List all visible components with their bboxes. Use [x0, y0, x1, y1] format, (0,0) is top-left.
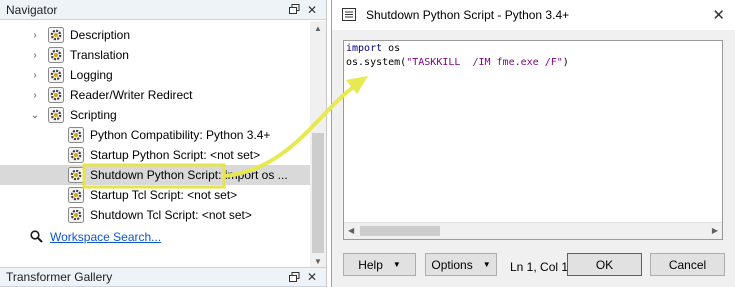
tree-item-scripting[interactable]: ⌄ Scripting — [0, 105, 310, 125]
gear-icon — [48, 107, 64, 123]
close-icon[interactable]: ✕ — [712, 6, 725, 24]
transformer-gallery-title: Transformer Gallery — [6, 270, 113, 284]
workspace-search-row[interactable]: Workspace Search... — [0, 227, 310, 247]
gear-icon — [68, 187, 84, 203]
tree-item-value: import os ... — [225, 168, 288, 182]
navigator-header: Navigator ✕ — [0, 0, 326, 20]
search-icon — [30, 230, 43, 246]
tree-item-label: Shutdown Python Script: — [90, 168, 222, 182]
code-text: os.system( — [346, 57, 407, 68]
gear-icon — [68, 167, 84, 183]
tree-item-label: Scripting — [70, 108, 117, 122]
options-button[interactable]: Options ▼ — [425, 253, 497, 276]
tree-item-label: Python Compatibility: Python 3.4+ — [90, 128, 271, 142]
dialog-titlebar: Shutdown Python Script - Python 3.4+ ✕ — [332, 0, 735, 30]
tree-item-startup-python-script[interactable]: Startup Python Script: <not set> — [0, 145, 310, 165]
help-button-label: Help — [358, 257, 383, 272]
gear-icon — [68, 207, 84, 223]
code-text: ) — [562, 57, 569, 68]
scroll-left-arrow-icon[interactable]: ◀ — [348, 226, 354, 235]
code-text: os — [382, 43, 401, 54]
expand-arrow-icon[interactable]: › — [30, 25, 40, 45]
tree-item-startup-tcl-script[interactable]: Startup Tcl Script: <not set> — [0, 185, 310, 205]
navigator-tree: › Description › Translation › Logging › … — [0, 21, 310, 268]
tree-item-description[interactable]: › Description — [0, 25, 310, 45]
gear-icon — [48, 87, 64, 103]
scrollbar-thumb[interactable] — [360, 226, 440, 236]
tree-item-label: Startup Tcl Script: <not set> — [90, 188, 238, 202]
dropdown-arrow-icon: ▼ — [482, 260, 491, 269]
expand-arrow-icon[interactable]: › — [30, 45, 40, 65]
scroll-down-arrow-icon[interactable]: ▼ — [310, 254, 326, 268]
scrollbar-thumb[interactable] — [312, 133, 324, 253]
code-editor[interactable]: import os os.system("TASKKILL /IM fme.ex… — [343, 40, 723, 240]
editor-window-icon — [342, 8, 356, 24]
tree-item-shutdown-tcl-script[interactable]: Shutdown Tcl Script: <not set> — [0, 205, 310, 225]
gear-icon — [48, 67, 64, 83]
float-panel-icon[interactable] — [286, 3, 302, 17]
help-button[interactable]: Help ▼ — [343, 253, 416, 276]
tree-item-label: Translation — [70, 48, 129, 62]
gear-icon — [68, 127, 84, 143]
tree-item-shutdown-python-script[interactable]: Shutdown Python Script: import os ... — [0, 165, 310, 185]
gear-icon — [48, 47, 64, 63]
tree-item-python-compatibility[interactable]: Python Compatibility: Python 3.4+ — [0, 125, 310, 145]
close-panel-icon[interactable]: ✕ — [304, 3, 320, 17]
code-line-2: os.system("TASKKILL /IM fme.exe /F") — [346, 57, 569, 68]
code-keyword: import — [346, 43, 383, 54]
editor-horizontal-scrollbar[interactable]: ◀ ▶ — [344, 222, 722, 239]
workspace-search-link[interactable]: Workspace Search... — [50, 230, 161, 244]
expand-arrow-icon[interactable]: › — [30, 65, 40, 85]
cancel-button[interactable]: Cancel — [650, 253, 725, 276]
expand-arrow-icon[interactable]: › — [30, 85, 40, 105]
dialog-title: Shutdown Python Script - Python 3.4+ — [366, 8, 570, 22]
options-button-label: Options — [431, 257, 473, 272]
cursor-position-status: Ln 1, Col 1 — [510, 260, 569, 274]
scroll-right-arrow-icon[interactable]: ▶ — [712, 226, 718, 235]
float-panel-icon[interactable] — [286, 270, 302, 284]
gear-icon — [48, 27, 64, 43]
navigator-panel: Navigator ✕ › Description › Translation … — [0, 0, 327, 287]
gear-icon — [68, 147, 84, 163]
scroll-up-arrow-icon[interactable]: ▲ — [310, 21, 326, 35]
collapse-arrow-icon[interactable]: ⌄ — [30, 105, 40, 125]
close-panel-icon[interactable]: ✕ — [304, 270, 320, 284]
navigator-scrollbar[interactable]: ▲ ▼ — [310, 21, 326, 268]
tree-item-reader-writer-redirect[interactable]: › Reader/Writer Redirect — [0, 85, 310, 105]
navigator-title: Navigator — [6, 2, 58, 17]
tree-item-label: Shutdown Tcl Script: <not set> — [90, 208, 252, 222]
tree-item-label: Reader/Writer Redirect — [70, 88, 193, 102]
code-line-1: import os — [346, 43, 400, 54]
transformer-gallery-header: Transformer Gallery ✕ — [0, 267, 326, 287]
tree-item-translation[interactable]: › Translation — [0, 45, 310, 65]
tree-item-label: Description — [70, 28, 131, 42]
tree-item-label: Startup Python Script: <not set> — [90, 148, 261, 162]
tree-item-logging[interactable]: › Logging — [0, 65, 310, 85]
tree-item-label: Logging — [70, 68, 113, 82]
code-string: "TASKKILL /IM fme.exe /F" — [406, 57, 563, 68]
dropdown-arrow-icon: ▼ — [392, 260, 401, 269]
script-editor-dialog: Shutdown Python Script - Python 3.4+ ✕ i… — [331, 0, 735, 287]
ok-button[interactable]: OK — [567, 253, 642, 276]
